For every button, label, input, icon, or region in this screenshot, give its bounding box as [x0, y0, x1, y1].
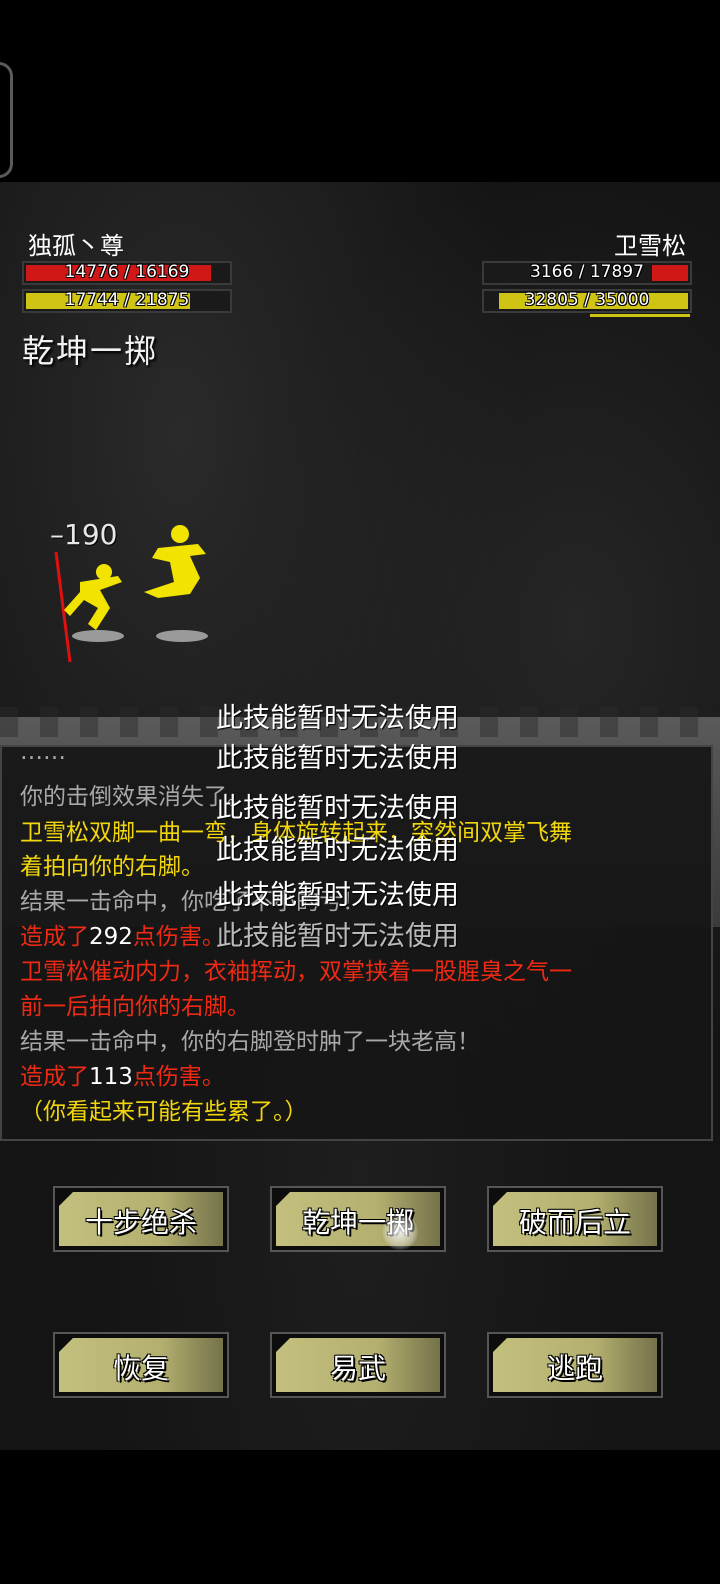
- log-line: 卫雪松催动内力，衣袖挥动，双掌挟着一股腥臭之气一: [20, 959, 572, 985]
- enemy-shadow: [156, 630, 208, 642]
- button-label: 逃跑: [546, 1352, 603, 1385]
- toast-skill-unavailable: 此技能暂时无法使用: [216, 880, 459, 911]
- skill-button-shibu-jusha[interactable]: 十步绝杀: [53, 1186, 229, 1252]
- touch-indicator: [382, 1214, 418, 1250]
- log-line: 结果一击命中，你的右脚登时肿了一块老高！: [20, 1029, 480, 1055]
- log-line: 前一后拍向你的右脚。: [20, 994, 250, 1020]
- player-mp-bar: 17744 / 21875: [22, 289, 232, 313]
- log-line: （你看起来可能有些累了。）: [20, 1099, 308, 1125]
- player-hp-text: 14776 / 16169: [64, 262, 190, 282]
- log-damage-prefix: 造成了: [20, 924, 89, 950]
- current-skill-name: 乾坤一掷: [22, 332, 159, 370]
- log-damage-suffix: 点伤害。: [132, 924, 225, 950]
- button-label: 乾坤一掷: [301, 1206, 414, 1239]
- enemy-figure-icon: [144, 525, 206, 598]
- fighters-sprite: [54, 525, 208, 663]
- log-damage-value: 113: [89, 1064, 133, 1090]
- player-name: 独孤丶尊: [28, 232, 124, 260]
- button-label: 十步绝杀: [84, 1206, 197, 1239]
- log-line-partial: ……: [20, 745, 66, 765]
- edge-handle: [0, 62, 13, 178]
- enemy-hp-bar: 3166 / 17897: [482, 261, 692, 285]
- enemy-mp-text: 32805 / 35000: [524, 290, 650, 310]
- enemy-mp-underline: [590, 314, 690, 317]
- button-label: 易武: [329, 1352, 386, 1385]
- button-label: 恢复: [112, 1352, 169, 1385]
- log-line: 着拍向你的右脚。: [20, 854, 204, 880]
- top-bar: [0, 0, 720, 182]
- button-label: 破而后立: [518, 1206, 631, 1239]
- player-mp-text: 17744 / 21875: [64, 290, 190, 310]
- flee-button[interactable]: 逃跑: [487, 1332, 663, 1398]
- log-line: 造成了113点伤害。: [20, 1057, 225, 1091]
- recover-button[interactable]: 恢复: [53, 1332, 229, 1398]
- bottom-bar: [0, 1450, 720, 1584]
- toast-skill-unavailable: 此技能暂时无法使用: [216, 743, 459, 774]
- enemy-name: 卫雪松: [614, 232, 686, 260]
- toast-skill-unavailable: 此技能暂时无法使用: [216, 793, 459, 824]
- player-shadow: [72, 630, 124, 642]
- player-hp-bar: 14776 / 16169: [22, 261, 232, 285]
- toast-skill-unavailable: 此技能暂时无法使用: [216, 921, 459, 952]
- skill-button-poer-houli[interactable]: 破而后立: [487, 1186, 663, 1252]
- switch-weapon-button[interactable]: 易武: [270, 1332, 446, 1398]
- player-figure-icon: [64, 564, 122, 630]
- skill-button-qiankun-yizhi[interactable]: 乾坤一掷: [270, 1186, 446, 1252]
- log-damage-prefix: 造成了: [20, 1064, 89, 1090]
- toast-skill-unavailable: 此技能暂时无法使用: [216, 835, 459, 866]
- log-line: 造成了292点伤害。: [20, 917, 225, 951]
- enemy-hp-text: 3166 / 17897: [530, 262, 644, 282]
- toast-skill-unavailable: 此技能暂时无法使用: [216, 703, 459, 734]
- log-damage-suffix: 点伤害。: [132, 1064, 225, 1090]
- log-damage-value: 292: [89, 924, 133, 950]
- enemy-mp-bar: 32805 / 35000: [482, 289, 692, 313]
